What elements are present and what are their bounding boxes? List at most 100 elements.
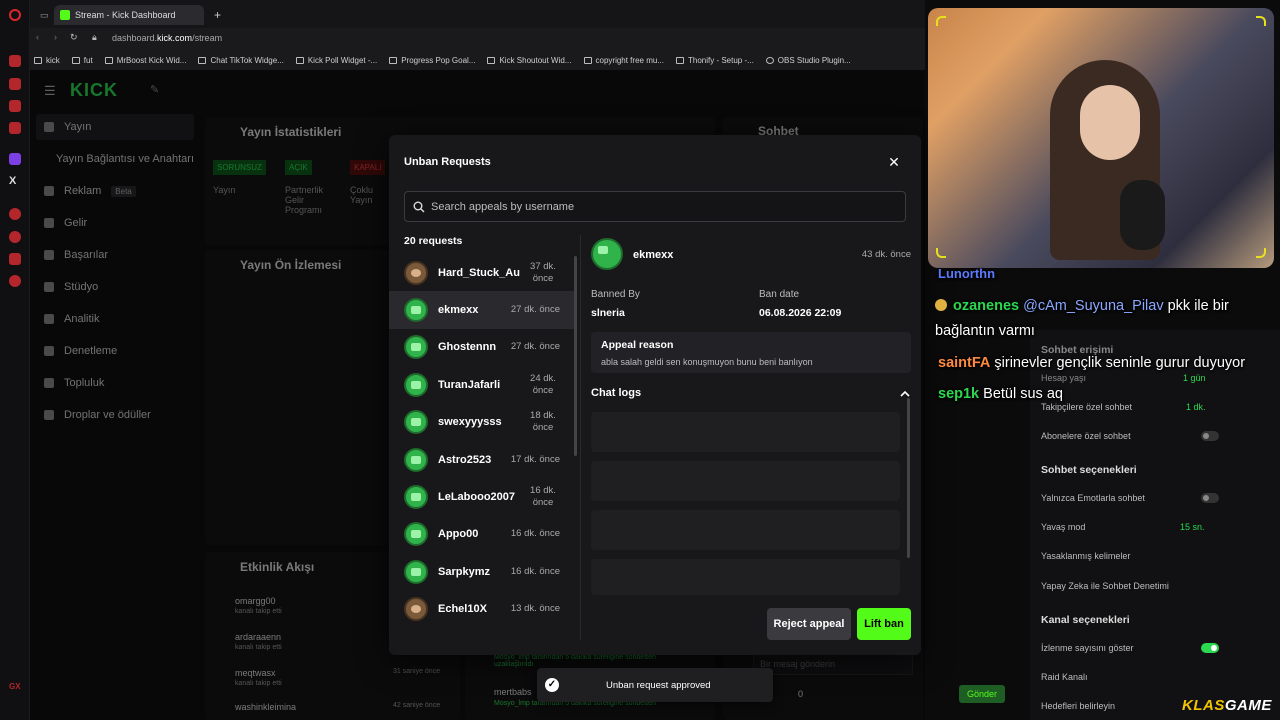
list-scrollbar[interactable] xyxy=(574,256,577,456)
folder-icon xyxy=(34,56,42,64)
request-row[interactable]: Echel10X 13 dk. önce xyxy=(389,591,576,628)
bookmark-item[interactable]: fut xyxy=(66,56,99,65)
chat-log-placeholder xyxy=(591,510,900,550)
bookmark-item[interactable]: Thonify - Setup -... xyxy=(670,56,760,65)
setting-value: 1 dk. xyxy=(1186,402,1206,412)
tab-active[interactable]: Stream - Kick Dashboard xyxy=(54,5,204,25)
bookmark-label: kick xyxy=(46,55,60,65)
setting-label[interactable]: İzlenme sayısını göster xyxy=(1041,643,1134,653)
page-icon xyxy=(389,56,398,64)
bookmark-item[interactable]: Kick Poll Widget -... xyxy=(290,56,383,65)
setting-label[interactable]: Yalnızca Emotlarla sohbet xyxy=(1041,493,1145,503)
reject-appeal-button[interactable]: Reject appeal xyxy=(767,608,851,640)
tab-title: Stream - Kick Dashboard xyxy=(75,10,176,20)
setting-label[interactable]: Yavaş mod xyxy=(1041,522,1085,532)
banned-by-value: slneria xyxy=(591,307,625,319)
tab-menu-icon[interactable]: ▭ xyxy=(34,5,54,25)
bookmark-label: Kick Shoutout Wid... xyxy=(499,55,572,65)
detail-username: ekmexx xyxy=(633,249,674,261)
modal-title: Unban Requests xyxy=(404,156,491,168)
player-icon[interactable] xyxy=(9,208,21,220)
grid-icon xyxy=(675,56,684,64)
request-row[interactable]: Astro2523 17 dk. önce xyxy=(389,441,576,478)
bookmark-label: OBS Studio Plugin... xyxy=(777,55,851,65)
request-row[interactable]: TuranJafarli 24 dk. önce xyxy=(389,366,576,403)
request-row[interactable]: Ghostennn 27 dk. önce xyxy=(389,329,576,366)
setting-toggle[interactable] xyxy=(1201,643,1219,653)
chat-text: şirinevler gençlik seninle gurur duyuyor xyxy=(994,355,1246,371)
close-icon[interactable]: ✕ xyxy=(886,154,902,170)
bookmark-item[interactable]: Progress Pop Goal... xyxy=(383,56,481,65)
url-text[interactable]: dashboard.kick.com/stream xyxy=(112,33,222,43)
chat-text: pkk ile bir xyxy=(1163,298,1229,314)
request-time: 18 dk. önce xyxy=(530,410,556,434)
forward-icon[interactable]: › xyxy=(54,32,57,42)
setting-label[interactable]: Hedefleri belirleyin xyxy=(1041,701,1115,711)
stream-chat-message: saintFA şirinevler gençlik seninle gurur… xyxy=(938,355,1245,371)
stream-chat-message: Lunorthn xyxy=(938,266,995,281)
setting-label[interactable]: Hesap yaşı xyxy=(1041,373,1086,383)
request-username: Hard_Stuck_Au xyxy=(438,266,520,279)
setting-label[interactable]: Yasaklanmış kelimeler xyxy=(1041,551,1130,561)
bookmarks-bar: kick fut MrBoost Kick Wid... Chat TikTok… xyxy=(30,50,925,70)
setting-label[interactable]: Abonelere özel sohbet xyxy=(1041,431,1131,441)
history-icon[interactable] xyxy=(9,231,21,243)
setting-label[interactable]: Takipçilere özel sohbet xyxy=(1041,402,1132,412)
bookmark-item[interactable]: copyright free mu... xyxy=(578,56,670,65)
bookmark-label: Thonify - Setup -... xyxy=(687,55,754,65)
request-row[interactable]: Hard_Stuck_Au 37 dk. önce xyxy=(389,254,576,291)
settings-icon[interactable] xyxy=(9,275,21,287)
request-row[interactable]: swexyyysss 18 dk. önce xyxy=(389,404,576,441)
whatsapp-icon[interactable] xyxy=(9,100,21,112)
setting-label[interactable]: Raid Kanalı xyxy=(1041,672,1088,682)
stream-chat-message: ozanenes @cAm_Suyuna_Pilav pkk ile bir xyxy=(935,298,1229,314)
chat-username: saintFA xyxy=(938,355,991,371)
watermark-part1: KLAS xyxy=(1182,697,1225,714)
detail-scrollbar[interactable] xyxy=(907,398,910,558)
back-icon[interactable]: ‹ xyxy=(36,32,39,42)
request-username: swexyyysss xyxy=(438,416,502,429)
frame-corner xyxy=(936,16,946,26)
lift-ban-button[interactable]: Lift ban xyxy=(857,608,911,640)
gx-icon[interactable]: GX xyxy=(9,682,21,694)
chat-send-button[interactable]: Gönder xyxy=(959,685,1006,703)
chat-logs-label: Chat logs xyxy=(591,387,642,399)
new-tab-icon[interactable]: + xyxy=(208,5,222,25)
aria-icon[interactable] xyxy=(9,55,21,67)
opera-logo-icon[interactable] xyxy=(9,9,21,21)
reload-icon[interactable]: ↻ xyxy=(70,32,78,43)
messenger-icon[interactable] xyxy=(9,78,21,90)
bookmark-item[interactable]: OBS Studio Plugin... xyxy=(760,56,857,65)
x-icon[interactable]: X xyxy=(9,175,21,187)
instagram-icon[interactable] xyxy=(9,122,21,134)
bookmark-item[interactable]: Kick Shoutout Wid... xyxy=(481,56,577,65)
stream-chat-message: bağlantın varmı xyxy=(935,323,1035,339)
url-path: /stream xyxy=(192,33,223,43)
setting-toggle[interactable] xyxy=(1201,431,1219,441)
bookmark-item[interactable]: Chat TikTok Widge... xyxy=(192,56,289,65)
setting-toggle[interactable] xyxy=(1201,493,1219,503)
streamer-face xyxy=(1080,85,1140,160)
extensions-icon[interactable] xyxy=(9,253,21,265)
ban-date-label: Ban date xyxy=(759,289,800,300)
detail-avatar xyxy=(591,238,623,270)
request-row[interactable]: Appo00 16 dk. önce xyxy=(389,516,576,553)
search-input[interactable] xyxy=(431,200,901,213)
bookmark-item[interactable]: kick xyxy=(30,56,66,65)
bookmark-item[interactable]: MrBoost Kick Wid... xyxy=(99,56,193,65)
toast: ✓ Unban request approved xyxy=(537,668,773,702)
page-icon xyxy=(198,56,207,64)
setting-label[interactable]: Yapay Zeka ile Sohbet Denetimi xyxy=(1041,581,1169,591)
request-row[interactable]: LeLabooo2007 16 dk. önce xyxy=(389,478,576,515)
appeal-reason-text: abla salah geldi sen konuşmuyon bunu ben… xyxy=(601,357,813,367)
request-row[interactable]: Sarpkymz 16 dk. önce xyxy=(389,553,576,590)
section-heading: Sohbet seçenekleri xyxy=(1041,464,1137,476)
request-row-selected[interactable]: ekmexx 27 dk. önce xyxy=(389,291,576,329)
twitch-icon[interactable] xyxy=(9,153,21,165)
section-heading: Kanal seçenekleri xyxy=(1041,614,1130,626)
frame-corner xyxy=(1256,16,1266,26)
search-box xyxy=(404,191,906,222)
avatar xyxy=(404,298,428,323)
request-time: 37 dk. önce xyxy=(530,260,556,284)
stream-chat-message: sep1k Betül sus aq xyxy=(938,386,1063,402)
